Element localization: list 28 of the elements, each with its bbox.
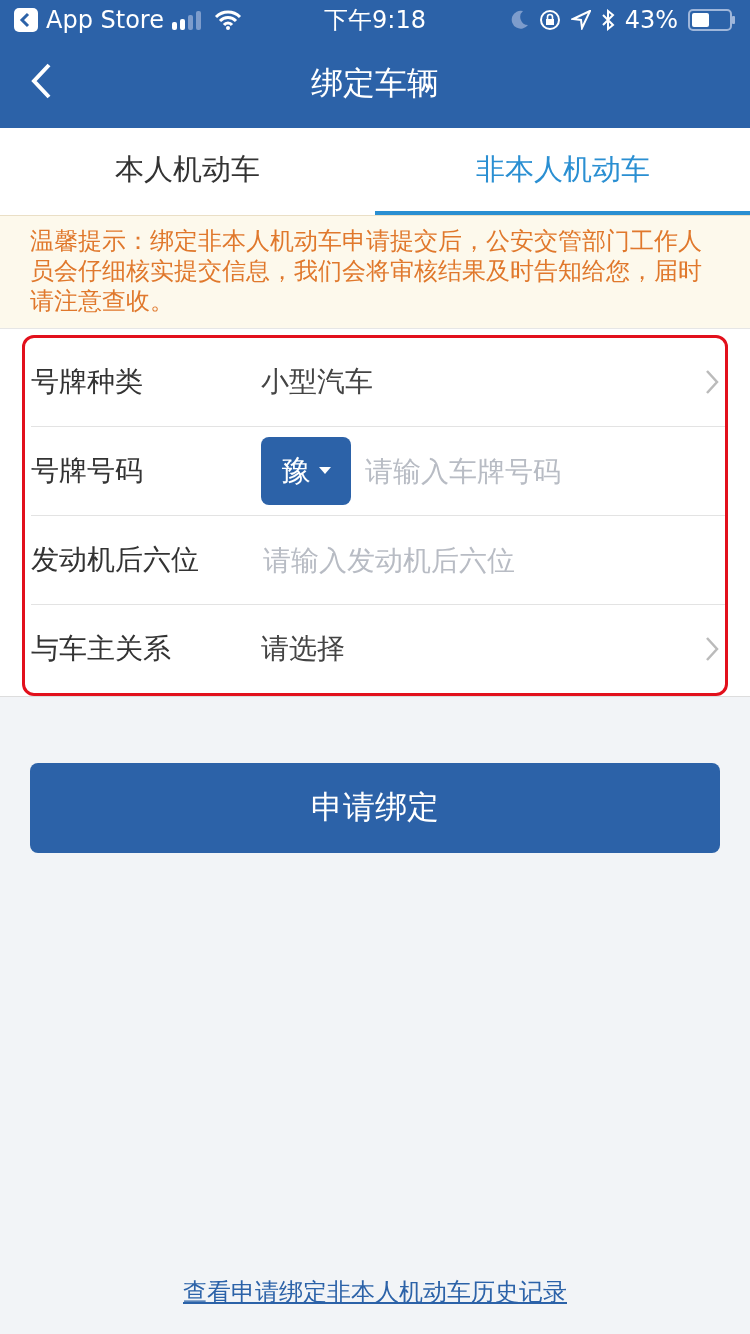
caret-down-icon: [319, 467, 331, 475]
bluetooth-icon: [600, 9, 615, 31]
select-value[interactable]: 小型汽车: [261, 363, 705, 401]
field-label: 与车主关系: [31, 631, 172, 667]
moon-icon: [510, 10, 529, 30]
field-label: 号牌号码: [31, 453, 144, 489]
battery-percent: 43%: [624, 6, 678, 34]
input-field[interactable]: 请输入车牌号码: [363, 453, 725, 489]
location-arrow-icon: [570, 10, 591, 30]
back-app-label[interactable]: App Store: [46, 6, 164, 34]
history-link[interactable]: 查看申请绑定非本人机动车历史记录: [183, 1276, 567, 1308]
wifi-icon: [213, 10, 242, 30]
rotation-lock-icon: [538, 9, 561, 31]
page-title: 绑定车辆: [311, 63, 439, 104]
back-icon: [30, 62, 52, 100]
chevron-right-icon: [705, 369, 719, 395]
notice-text: 温馨提示：绑定非本人机动车申请提交后，公安交管部门工作人员会仔细核实提交信息，我们会将审核结果及时告知给您，届时请注意查收。: [0, 215, 750, 329]
status-time: 下午9:18: [324, 5, 426, 36]
input-field[interactable]: 请输入发动机后六位: [261, 542, 725, 578]
submit-button[interactable]: 申请绑定: [30, 763, 720, 853]
field-label: 号牌种类: [31, 364, 144, 400]
back-button[interactable]: [30, 62, 52, 100]
province-dropdown[interactable]: 豫: [261, 437, 351, 505]
field-label: 发动机后六位: [31, 542, 200, 578]
chevron-right-icon: [705, 636, 719, 662]
select-value[interactable]: 请选择: [261, 630, 705, 668]
back-app-icon[interactable]: [14, 8, 38, 32]
battery-icon: [688, 9, 736, 31]
